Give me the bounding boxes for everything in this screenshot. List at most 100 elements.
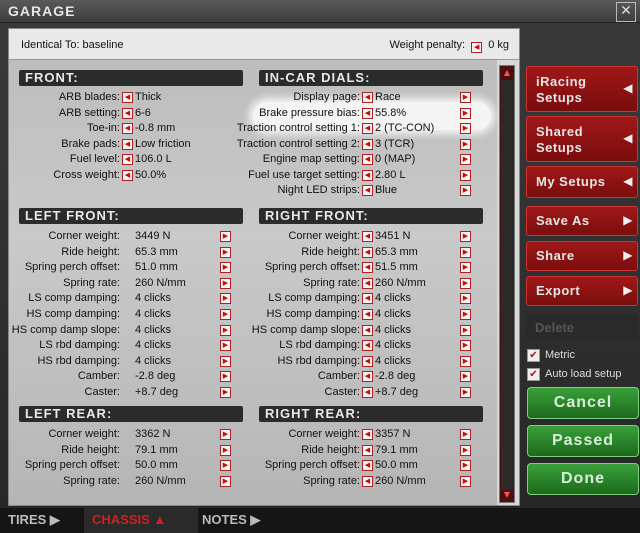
increase-arrow-icon[interactable]: ▶ [460,185,471,196]
tab-tires[interactable]: TIRES ▶ [0,508,86,533]
scroll-thumb[interactable] [501,80,513,490]
delete-button[interactable]: Delete [526,314,638,340]
increase-arrow-icon[interactable]: ▶ [460,371,471,383]
increase-arrow-icon[interactable]: ▶ [220,246,231,258]
setting-value: 2.80 L [375,168,406,181]
save-as-button[interactable]: Save As ▶ [526,206,638,236]
export-button[interactable]: Export ▶ [526,276,638,306]
increase-arrow-icon[interactable]: ▶ [220,324,231,336]
setting-label: Toe-in: [86,122,120,134]
increase-arrow-icon[interactable]: ▶ [460,387,471,398]
decrease-arrow-icon[interactable]: ◀ [362,324,373,336]
weight-decrease-icon[interactable]: ◀ [471,42,483,53]
setting-label: ARB setting: [58,106,120,119]
increase-arrow-icon[interactable]: ▶ [460,324,471,336]
decrease-arrow-icon[interactable]: ◀ [362,169,373,181]
setting-row: Corner weight: 3362 N ▶ [9,427,234,442]
section-front: FRONT: [19,70,243,86]
decrease-arrow-icon[interactable]: ◀ [362,262,373,274]
decrease-arrow-icon[interactable]: ◀ [362,277,373,289]
increase-arrow-icon[interactable]: ▶ [220,429,231,440]
my-setups-button[interactable]: My Setups ◀ [526,166,638,198]
setting-label: Fuel level: [69,153,120,165]
increase-arrow-icon[interactable]: ▶ [220,277,231,289]
decrease-arrow-icon[interactable]: ◀ [362,444,373,456]
increase-arrow-icon[interactable]: ▶ [220,309,231,320]
increase-arrow-icon[interactable]: ▶ [460,92,471,103]
decrease-arrow-icon[interactable]: ◀ [362,231,373,242]
setting-row: HS comp damp slope: ◀ 4 clicks ▶ [249,323,474,338]
decrease-arrow-icon[interactable]: ◀ [362,123,373,134]
setting-label: Night LED strips: [277,184,360,196]
increase-arrow-icon[interactable]: ▶ [460,231,471,242]
increase-arrow-icon[interactable]: ▶ [220,293,231,305]
increase-arrow-icon[interactable]: ▶ [460,277,471,289]
decrease-arrow-icon[interactable]: ◀ [122,138,133,150]
cancel-button[interactable]: Cancel [527,387,639,419]
decrease-arrow-icon[interactable]: ◀ [122,123,133,134]
decrease-arrow-icon[interactable]: ◀ [362,293,373,305]
decrease-arrow-icon[interactable]: ◀ [362,246,373,258]
increase-arrow-icon[interactable]: ▶ [460,460,471,472]
decrease-arrow-icon[interactable]: ◀ [122,107,133,119]
iracing-setups-button[interactable]: iRacing Setups ◀ [526,66,638,112]
decrease-arrow-icon[interactable]: ◀ [362,371,373,383]
increase-arrow-icon[interactable]: ▶ [220,355,231,367]
scrollbar[interactable]: ▲ ▼ [499,65,515,503]
decrease-arrow-icon[interactable]: ◀ [362,475,373,487]
share-button[interactable]: Share ▶ [526,241,638,271]
close-button[interactable]: ✕ [616,2,636,22]
decrease-arrow-icon[interactable]: ◀ [362,460,373,472]
setting-value: 2 (TC-CON) [375,122,435,134]
increase-arrow-icon[interactable]: ▶ [460,355,471,367]
decrease-arrow-icon[interactable]: ◀ [362,387,373,398]
decrease-arrow-icon[interactable]: ◀ [362,309,373,320]
tab-chassis[interactable]: CHASSIS ▲ [84,508,198,533]
increase-arrow-icon[interactable]: ▶ [460,246,471,258]
decrease-arrow-icon[interactable]: ◀ [362,154,373,165]
decrease-arrow-icon[interactable]: ◀ [362,340,373,352]
decrease-arrow-icon[interactable]: ◀ [362,138,373,150]
increase-arrow-icon[interactable]: ▶ [460,154,471,165]
setup-scroll-area[interactable]: FRONT: IN-CAR DIALS: ARB blades: ◀ Thick AR… [9,60,497,505]
setting-row: HS comp damping: ◀ 4 clicks ▶ [249,307,474,322]
decrease-arrow-icon[interactable]: ◀ [362,355,373,367]
setting-label: Ride height: [301,443,360,456]
increase-arrow-icon[interactable]: ▶ [220,475,231,487]
decrease-arrow-icon[interactable]: ◀ [122,92,133,103]
passed-button[interactable]: Passed [527,425,639,457]
decrease-arrow-icon[interactable]: ◀ [362,92,373,103]
shared-setups-button[interactable]: Shared Setups ◀ [526,116,638,162]
increase-arrow-icon[interactable]: ▶ [220,444,231,456]
save-as-label: Save As [536,213,590,228]
increase-arrow-icon[interactable]: ▶ [460,444,471,456]
decrease-arrow-icon[interactable]: ◀ [362,185,373,196]
increase-arrow-icon[interactable]: ▶ [220,340,231,352]
increase-arrow-icon[interactable]: ▶ [460,475,471,487]
scroll-down-icon[interactable]: ▼ [502,490,512,500]
increase-arrow-icon[interactable]: ▶ [460,262,471,274]
increase-arrow-icon[interactable]: ▶ [460,138,471,150]
decrease-arrow-icon[interactable]: ◀ [122,154,133,165]
setting-row: Brake pads: ◀ Low friction [9,137,234,152]
increase-arrow-icon[interactable]: ▶ [220,231,231,242]
increase-arrow-icon[interactable]: ▶ [460,429,471,440]
increase-arrow-icon[interactable]: ▶ [460,309,471,320]
decrease-arrow-icon[interactable]: ◀ [122,169,133,181]
increase-arrow-icon[interactable]: ▶ [460,293,471,305]
decrease-arrow-icon[interactable]: ◀ [362,429,373,440]
decrease-arrow-icon[interactable]: ◀ [362,107,373,119]
scroll-up-icon[interactable]: ▲ [502,68,512,78]
done-button[interactable]: Done [527,463,639,495]
setting-value: 51.0 mm [135,261,178,274]
increase-arrow-icon[interactable]: ▶ [460,123,471,134]
tab-notes[interactable]: NOTES ▶ [194,508,282,533]
setup-panel: Identical To: baseline Weight penalty: ◀… [8,28,520,506]
increase-arrow-icon[interactable]: ▶ [220,371,231,383]
increase-arrow-icon[interactable]: ▶ [460,169,471,181]
increase-arrow-icon[interactable]: ▶ [460,340,471,352]
increase-arrow-icon[interactable]: ▶ [220,262,231,274]
increase-arrow-icon[interactable]: ▶ [220,460,231,472]
increase-arrow-icon[interactable]: ▶ [460,107,471,119]
increase-arrow-icon[interactable]: ▶ [220,387,231,398]
